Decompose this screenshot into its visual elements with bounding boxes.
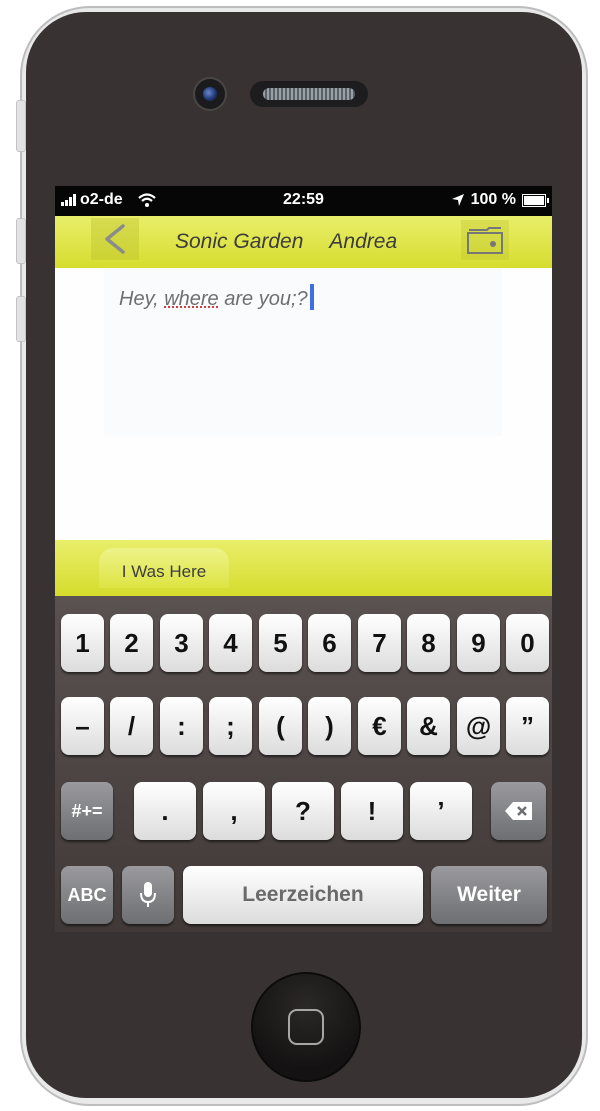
key-close-paren[interactable]: ) (308, 697, 351, 755)
microphone-icon (140, 882, 156, 907)
message-input[interactable]: Hey, where are you;? (104, 268, 502, 436)
key-apostrophe[interactable]: ’ (410, 782, 472, 840)
key-open-paren[interactable]: ( (259, 697, 302, 755)
battery-icon (522, 193, 549, 207)
key-7[interactable]: 7 (358, 614, 401, 672)
message-text: Hey, where are you;? (119, 284, 314, 311)
back-button[interactable] (91, 218, 139, 260)
key-at[interactable]: @ (457, 697, 500, 755)
abc-key[interactable]: ABC (61, 866, 113, 924)
dictation-key[interactable] (122, 866, 174, 924)
key-exclamation[interactable]: ! (341, 782, 403, 840)
i-was-here-tab[interactable]: I Was Here (99, 548, 229, 588)
key-ampersand[interactable]: & (407, 697, 450, 755)
key-8[interactable]: 8 (407, 614, 450, 672)
home-square-icon (288, 1009, 324, 1045)
key-0[interactable]: 0 (506, 614, 549, 672)
wallet-button[interactable] (461, 220, 509, 260)
status-bar: o2-de 22:59 100 % (55, 186, 552, 216)
backspace-icon (504, 802, 532, 820)
key-colon[interactable]: : (160, 697, 203, 755)
key-comma[interactable]: , (203, 782, 265, 840)
key-5[interactable]: 5 (259, 614, 302, 672)
location-bar: I Was Here (55, 540, 552, 596)
key-dash[interactable]: – (61, 697, 104, 755)
return-key[interactable]: Weiter (431, 866, 547, 924)
space-key[interactable]: Leerzeichen (183, 866, 423, 924)
key-question[interactable]: ? (272, 782, 334, 840)
text-cursor (309, 284, 314, 310)
battery-percentage: 100 % (470, 191, 516, 208)
symbols-shift-key[interactable]: #+= (61, 782, 113, 840)
page-title: Sonic Garden Andrea (175, 230, 397, 254)
misspelled-word: where (164, 288, 219, 310)
front-camera (193, 77, 227, 111)
key-4[interactable]: 4 (209, 614, 252, 672)
home-button[interactable] (251, 972, 361, 1082)
key-3[interactable]: 3 (160, 614, 203, 672)
key-slash[interactable]: / (110, 697, 153, 755)
location-arrow-icon (451, 194, 464, 206)
key-period[interactable]: . (134, 782, 196, 840)
contact-name: Andrea (329, 230, 398, 253)
wallet-icon (467, 227, 503, 254)
key-quote[interactable]: ” (506, 697, 549, 755)
mute-switch (16, 100, 26, 152)
nav-bar: Sonic Garden Andrea (55, 216, 552, 268)
volume-up-button (16, 218, 26, 264)
venue-name: Sonic Garden (175, 230, 304, 253)
key-9[interactable]: 9 (457, 614, 500, 672)
i-was-here-label: I Was Here (121, 562, 207, 581)
key-2[interactable]: 2 (110, 614, 153, 672)
delete-key[interactable] (491, 782, 546, 840)
keyboard: 1 2 3 4 5 6 7 8 9 0 – / : ; ( ) € & @ ” … (55, 596, 552, 932)
earpiece-speaker (250, 81, 368, 107)
volume-down-button (16, 296, 26, 342)
key-1[interactable]: 1 (61, 614, 104, 672)
key-6[interactable]: 6 (308, 614, 351, 672)
key-euro[interactable]: € (358, 697, 401, 755)
chevron-left-icon (105, 224, 125, 254)
screen: o2-de 22:59 100 % Sonic Garden Andrea He… (55, 186, 552, 932)
key-semicolon[interactable]: ; (209, 697, 252, 755)
